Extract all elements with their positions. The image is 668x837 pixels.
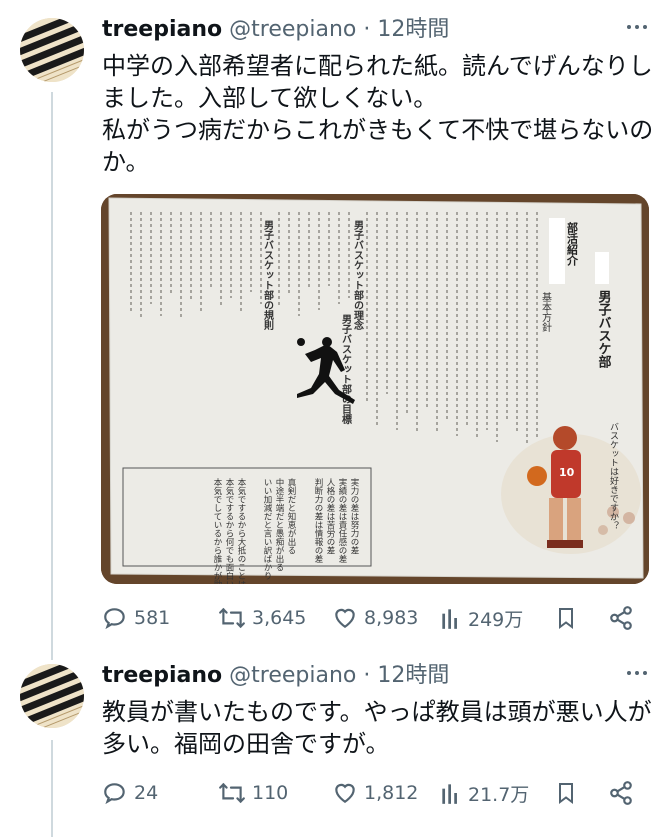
thread-line <box>51 740 53 837</box>
svg-text:10: 10 <box>559 466 575 479</box>
tweet-text: 教員が書いたものです。やっぱ教員は頭が悪い人が多い。福岡の田舎ですが。 <box>102 698 652 758</box>
svg-text:いい加減だと言い訳ばかり: いい加減だと言い訳ばかり <box>262 478 272 580</box>
bookmark-icon <box>559 608 573 629</box>
svg-text:本気でするから何でも面白い: 本気でするから何でも面白い <box>224 477 234 584</box>
bookmark-button[interactable] <box>554 601 578 635</box>
svg-text:実績の差は責任感の差: 実績の差は責任感の差 <box>337 477 347 563</box>
flyer-photo: 部活紹介 男子バスケ部 基本方針 男子バスケット部の規則 男子バスケット部の理念… <box>101 194 649 584</box>
retweet-count: 110 <box>252 782 289 804</box>
like-count: 8,983 <box>364 607 419 629</box>
svg-text:中途半端だと愚痴が出る: 中途半端だと愚痴が出る <box>274 477 284 571</box>
retweet-icon <box>219 607 245 629</box>
avatar[interactable] <box>20 18 84 82</box>
svg-text:本気でするから大抵のことはできる: 本気でするから大抵のことはできる <box>236 477 246 584</box>
svg-text:判断力の差は情報の差: 判断力の差は情報の差 <box>313 477 323 563</box>
views-button[interactable]: 21.7万 <box>440 776 529 810</box>
like-button[interactable]: 1,812 <box>332 776 418 810</box>
svg-text:真剣だと知恵が出る: 真剣だと知恵が出る <box>286 477 296 554</box>
retweet-icon <box>219 782 245 804</box>
share-button[interactable] <box>608 601 634 635</box>
views-icon <box>442 609 457 629</box>
views-count: 21.7万 <box>468 783 530 806</box>
share-button[interactable] <box>608 776 634 810</box>
tweet-image[interactable]: 部活紹介 男子バスケ部 基本方針 男子バスケット部の規則 男子バスケット部の理念… <box>101 194 649 584</box>
timestamp[interactable]: 12時間 <box>377 17 449 42</box>
flyer-section: 部活紹介 <box>566 221 580 266</box>
share-icon <box>610 606 632 630</box>
views-button[interactable]: 249万 <box>440 601 523 635</box>
reply-count: 24 <box>134 782 159 804</box>
reply-icon <box>104 608 125 630</box>
handle[interactable]: @treepiano <box>229 663 356 688</box>
avatar[interactable] <box>20 664 84 728</box>
like-count: 1,812 <box>364 782 419 804</box>
tweet-actions: 24 110 1,812 21.7万 <box>102 776 642 810</box>
bookmark-button[interactable] <box>554 776 578 810</box>
like-icon <box>335 783 355 803</box>
retweet-button[interactable]: 3,645 <box>218 601 306 635</box>
svg-text:実力の差は努力の差: 実力の差は努力の差 <box>349 477 359 554</box>
flyer-heading: 男子バスケ部 <box>596 290 612 369</box>
retweet-button[interactable]: 110 <box>218 776 288 810</box>
tweet-text: 中学の入部希望者に配られた紙。読んでげんなりしました。入部して欲しくない。 私が… <box>102 52 654 176</box>
bookmark-icon <box>559 783 573 804</box>
tweet-actions: 581 3,645 8,983 249万 <box>102 601 642 635</box>
more-icon[interactable] <box>626 16 648 44</box>
tweet-header: treepiano @treepiano · 12時間 <box>102 16 449 44</box>
more-icon[interactable] <box>626 662 648 690</box>
tweet-header: treepiano @treepiano · 12時間 <box>102 662 449 690</box>
views-icon <box>442 784 457 804</box>
timestamp[interactable]: 12時間 <box>377 663 449 688</box>
separator: · <box>356 17 378 42</box>
thread-line <box>51 92 53 660</box>
player-caption: バスケットは好きですか？ <box>608 422 619 530</box>
like-button[interactable]: 8,983 <box>332 601 418 635</box>
svg-text:人格の差は苦労の差: 人格の差は苦労の差 <box>325 478 335 555</box>
display-name[interactable]: treepiano <box>102 663 222 688</box>
handle[interactable]: @treepiano <box>229 17 356 42</box>
separator: · <box>356 663 378 688</box>
piano-keys-image <box>20 18 84 82</box>
like-icon <box>335 608 355 628</box>
share-icon <box>610 781 632 805</box>
reply-button[interactable]: 24 <box>102 776 158 810</box>
reply-count: 581 <box>134 607 171 629</box>
retweet-count: 3,645 <box>252 607 307 629</box>
display-name[interactable]: treepiano <box>102 17 222 42</box>
svg-text:本気でしているから誰かが助けてくれる: 本気でしているから誰かが助けてくれる <box>212 477 222 584</box>
views-count: 249万 <box>468 608 524 631</box>
reply-icon <box>104 783 125 805</box>
flyer-basic-policy: 基本方針 <box>540 291 552 333</box>
reply-button[interactable]: 581 <box>102 601 170 635</box>
piano-keys-image <box>20 664 84 728</box>
